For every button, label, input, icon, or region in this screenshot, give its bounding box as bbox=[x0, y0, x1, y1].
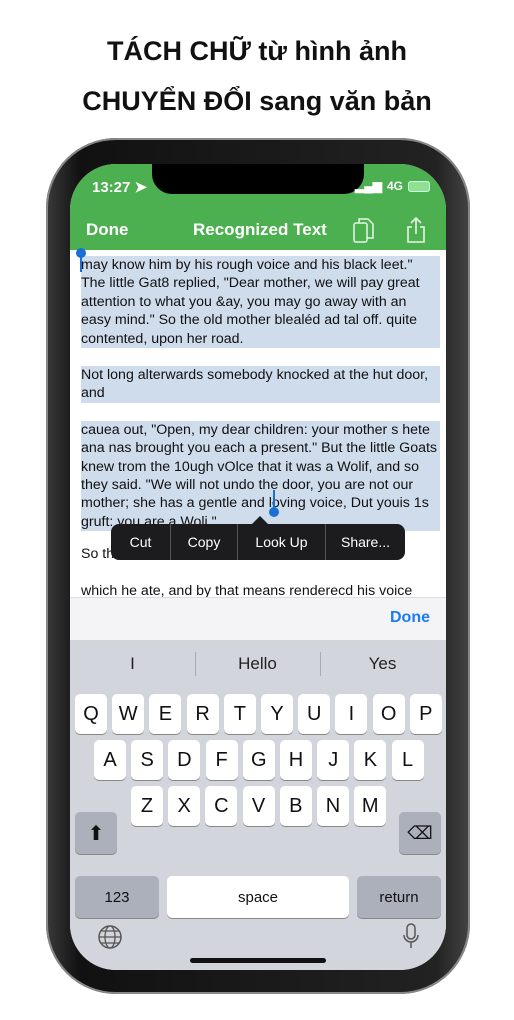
key-y[interactable]: Y bbox=[261, 694, 293, 734]
paragraph: Not long alterwards somebody knocked at … bbox=[81, 366, 440, 403]
keyboard: I Hello Yes QWERTYUIOPASDFGHJKLZXCVBNM 1… bbox=[70, 640, 446, 970]
key-numbers[interactable]: 123 bbox=[75, 876, 159, 918]
done-nav-button[interactable]: Done bbox=[86, 220, 129, 240]
headline-line-2: CHUYỂN ĐỔI sang văn bản bbox=[82, 86, 432, 116]
battery-icon bbox=[408, 180, 430, 192]
home-indicator bbox=[190, 958, 326, 963]
selection-start-cursor bbox=[80, 254, 82, 272]
key-u[interactable]: U bbox=[298, 694, 331, 734]
key-t[interactable]: T bbox=[223, 694, 256, 734]
key-label: space bbox=[237, 888, 279, 906]
suggestion[interactable]: Hello bbox=[195, 654, 320, 674]
key-label: 123 bbox=[104, 888, 130, 906]
key-e[interactable]: E bbox=[149, 694, 182, 734]
key-z[interactable]: Z bbox=[131, 786, 163, 826]
notch bbox=[152, 164, 364, 194]
key-l[interactable]: L bbox=[391, 740, 424, 780]
context-menu: Cut Copy Look Up Share... bbox=[111, 524, 405, 560]
status-icons: ▂▄▆ 4G bbox=[355, 179, 430, 193]
done-toolbar-button[interactable]: Done bbox=[390, 609, 430, 627]
key-space[interactable]: space bbox=[167, 876, 349, 918]
key-label: return bbox=[379, 888, 419, 906]
copy-icon[interactable] bbox=[353, 218, 375, 244]
key-c[interactable]: C bbox=[205, 786, 238, 826]
key-return[interactable]: return bbox=[357, 876, 441, 918]
key-h[interactable]: H bbox=[280, 740, 312, 780]
share-icon[interactable] bbox=[406, 216, 426, 244]
key-n[interactable]: N bbox=[317, 786, 349, 826]
key-shift[interactable]: ⬆ bbox=[75, 812, 117, 854]
copy-button[interactable]: Copy bbox=[171, 524, 238, 560]
key-backspace[interactable]: ⌫ bbox=[399, 812, 441, 854]
cut-button[interactable]: Cut bbox=[111, 524, 171, 560]
signal-icon: ▂▄▆ bbox=[355, 179, 382, 193]
key-f[interactable]: F bbox=[205, 740, 238, 780]
key-o[interactable]: O bbox=[372, 694, 405, 734]
share-button[interactable]: Share... bbox=[326, 524, 405, 560]
key-d[interactable]: D bbox=[168, 740, 201, 780]
key-q[interactable]: Q bbox=[75, 694, 107, 734]
backspace-icon: ⌫ bbox=[407, 822, 433, 843]
key-i[interactable]: I bbox=[335, 694, 368, 734]
key-g[interactable]: G bbox=[242, 740, 275, 780]
key-x[interactable]: X bbox=[168, 786, 201, 826]
key-p[interactable]: P bbox=[409, 694, 442, 734]
shift-icon: ⬆ bbox=[87, 822, 105, 845]
suggestion[interactable]: I bbox=[70, 654, 195, 674]
key-v[interactable]: V bbox=[242, 786, 275, 826]
key-a[interactable]: A bbox=[94, 740, 126, 780]
menu-pointer bbox=[252, 516, 268, 524]
headline-line-1: TÁCH CHỮ từ hình ảnh bbox=[107, 36, 407, 66]
key-s[interactable]: S bbox=[131, 740, 164, 780]
keyboard-toolbar: Done bbox=[70, 597, 446, 640]
page-title: Recognized Text bbox=[193, 220, 327, 239]
paragraph: cauea out, "Open, my dear children: your… bbox=[81, 420, 440, 532]
key-j[interactable]: J bbox=[317, 740, 350, 780]
selection-end-handle[interactable] bbox=[269, 507, 279, 517]
look-up-button[interactable]: Look Up bbox=[238, 524, 326, 560]
suggestion[interactable]: Yes bbox=[320, 654, 445, 674]
network-label: 4G bbox=[386, 179, 403, 193]
status-time: 13:27 ➤ bbox=[92, 179, 148, 196]
key-r[interactable]: R bbox=[186, 694, 219, 734]
paragraph: may know him by his rough voice and his … bbox=[81, 256, 440, 349]
key-w[interactable]: W bbox=[112, 694, 145, 734]
globe-icon[interactable] bbox=[97, 924, 123, 950]
key-b[interactable]: B bbox=[279, 786, 312, 826]
key-k[interactable]: K bbox=[354, 740, 387, 780]
phone-screen: 13:27 ➤ ▂▄▆ 4G Done Recognized Text may … bbox=[70, 164, 446, 970]
key-m[interactable]: M bbox=[354, 786, 387, 826]
header: 13:27 ➤ ▂▄▆ 4G Done Recognized Text bbox=[70, 164, 446, 250]
microphone-icon[interactable] bbox=[402, 922, 420, 950]
